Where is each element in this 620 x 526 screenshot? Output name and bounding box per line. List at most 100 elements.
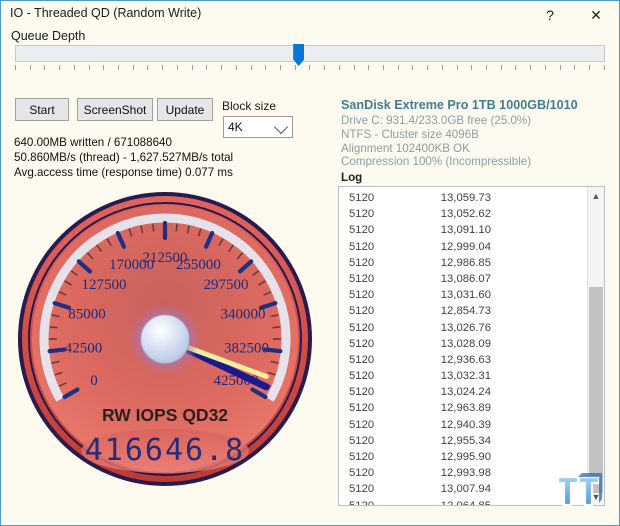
queue-depth-slider[interactable] — [15, 44, 605, 71]
stats-block: 640.00MB written / 671088640 50.860MB/s … — [14, 135, 324, 181]
log-list[interactable]: 5120 13,059.73 5120 13,052.62 5120 13,091.10 5… — [338, 186, 605, 506]
gauge-minor-tick — [152, 223, 155, 232]
window-title: IO - Threaded QD (Random Write) — [10, 6, 202, 20]
block-size-label: Block size — [222, 99, 277, 113]
gauge-tick-label: 297500 — [203, 277, 248, 293]
gauge-minor-tick — [49, 326, 58, 329]
log-row-blocks: 5120 — [349, 224, 375, 237]
log-row-value: 12,993.98 — [440, 467, 491, 480]
drive-alignment: Alignment 102400KB OK — [341, 141, 470, 155]
log-row[interactable]: 5120 12,986.85 — [339, 255, 587, 271]
log-row-value: 13,007.94 — [440, 483, 491, 496]
log-row[interactable]: 5120 12,963.89 — [339, 400, 587, 416]
log-row[interactable]: 5120 13,028.09 — [339, 336, 587, 352]
io-benchmark-window: IO - Threaded QD (Random Write) ? ✕ Queu… — [0, 0, 620, 526]
log-row-value: 13,031.60 — [440, 289, 491, 302]
log-row[interactable]: 5120 13,024.24 — [339, 384, 587, 400]
log-row-value: 13,052.62 — [440, 208, 491, 221]
log-row-blocks: 5120 — [349, 370, 375, 383]
log-row[interactable]: 5120 13,091.10 — [339, 222, 587, 238]
log-row[interactable]: 5120 13,052.62 — [339, 206, 587, 222]
close-button[interactable]: ✕ — [573, 1, 619, 29]
screenshot-button[interactable]: ScreenShot — [77, 98, 153, 121]
gauge-tick-label: 85000 — [68, 307, 106, 323]
log-row[interactable]: 5120 12,964.85 — [339, 498, 587, 506]
log-row-value: 12,986.85 — [440, 256, 491, 269]
log-row-blocks: 5120 — [349, 256, 375, 269]
drive-capacity: Drive C: 931.4/233.0GB free (25.0%) — [341, 114, 532, 127]
gauge-tick-label: 340000 — [220, 307, 265, 323]
log-row-value: 13,091.10 — [440, 224, 491, 237]
log-row-blocks: 5120 — [349, 240, 375, 253]
gauge-tick-label: 0 — [90, 373, 98, 389]
gauge-tick-label: 382500 — [224, 341, 269, 357]
log-row[interactable]: 5120 13,086.07 — [339, 271, 587, 287]
log-row-value: 12,964.85 — [440, 499, 491, 506]
slider-tick-marks — [15, 65, 605, 71]
drive-model-title: SanDisk Extreme Pro 1TB 1000GB/1010 — [341, 98, 578, 112]
gauge-tick-label: 255000 — [176, 257, 221, 273]
gauge-minor-tick — [175, 223, 178, 232]
log-row-blocks: 5120 — [349, 451, 375, 463]
log-row[interactable]: 5120 12,955.34 — [339, 433, 587, 449]
iops-gauge: 0 42500 85000 127500 170000 212500 255000 29750… — [15, 189, 315, 489]
gauge-tick-label: 127500 — [82, 277, 127, 293]
log-row-value: 13,026.76 — [440, 321, 491, 334]
log-row-blocks: 5120 — [349, 353, 375, 366]
log-label: Log — [341, 171, 363, 184]
title-bar: IO - Threaded QD (Random Write) ? ✕ — [1, 1, 619, 29]
log-row-value: 12,963.89 — [440, 402, 491, 415]
update-button[interactable]: Update — [157, 98, 213, 121]
log-row[interactable]: 5120 12,993.98 — [339, 465, 587, 481]
slider-track[interactable] — [15, 45, 605, 62]
block-size-value: 4K — [228, 120, 243, 134]
log-row-blocks: 5120 — [349, 434, 375, 447]
start-button[interactable]: Start — [15, 98, 69, 121]
gauge-minor-tick — [272, 326, 281, 329]
slider-thumb[interactable] — [293, 44, 305, 66]
queue-depth-label: Queue Depth — [11, 29, 86, 43]
log-row-blocks: 5120 — [349, 289, 375, 302]
log-row-blocks: 5120 — [349, 272, 375, 285]
log-row-value: 13,024.24 — [440, 386, 491, 399]
log-row-blocks: 5120 — [349, 499, 375, 506]
log-row-blocks: 5120 — [349, 305, 375, 318]
log-row-blocks: 5120 — [349, 208, 375, 221]
gauge-hub — [140, 314, 190, 364]
log-row-blocks: 5120 — [349, 402, 375, 415]
log-row[interactable]: 5120 12,940.39 — [339, 417, 587, 433]
log-row[interactable]: 5120 13,026.76 — [339, 320, 587, 336]
stat-access-time: Avg.access time (response time) 0.077 ms — [14, 166, 233, 180]
log-row[interactable]: 5120 12,854.73 — [339, 303, 587, 319]
scroll-up-icon[interactable]: ▲ — [588, 187, 604, 204]
log-row[interactable]: 5120 13,032.31 — [339, 368, 587, 384]
log-row-blocks: 5120 — [349, 467, 375, 480]
log-row-value: 12,995.90 — [440, 451, 491, 463]
log-row-value: 12,955.34 — [440, 434, 491, 447]
log-row[interactable]: 5120 13,059.73 — [339, 190, 587, 206]
log-row-blocks: 5120 — [349, 483, 375, 496]
gauge-readout: 416646.8 — [85, 433, 246, 468]
drive-info-block: Drive C: 931.4/233.0GB free (25.0%) NTFS… — [341, 114, 611, 169]
log-row[interactable]: 5120 13,007.94 — [339, 481, 587, 497]
log-row-value: 13,032.31 — [440, 370, 491, 383]
log-row[interactable]: 5120 12,995.90 — [339, 449, 587, 465]
log-scrollbar[interactable]: ▲ ▼ — [587, 187, 604, 505]
log-row-blocks: 5120 — [349, 192, 375, 204]
log-row-value: 12,999.04 — [440, 240, 491, 253]
log-row-value: 12,940.39 — [440, 418, 491, 431]
log-row-blocks: 5120 — [349, 386, 375, 399]
log-row[interactable]: 5120 12,999.04 — [339, 239, 587, 255]
drive-filesystem: NTFS - Cluster size 4096B — [341, 127, 479, 141]
log-row-blocks: 5120 — [349, 321, 375, 334]
tweaktown-tt-logo — [553, 469, 607, 515]
log-row-value: 13,086.07 — [440, 272, 491, 285]
log-row[interactable]: 5120 13,031.60 — [339, 287, 587, 303]
gauge-tick-label: 42500 — [65, 341, 103, 357]
stat-throughput: 50.860MB/s (thread) - 1,627.527MB/s tota… — [14, 151, 234, 165]
log-row-value: 12,854.73 — [440, 305, 491, 318]
log-row-blocks: 5120 — [349, 418, 375, 431]
help-button[interactable]: ? — [527, 1, 573, 29]
log-row[interactable]: 5120 12,936.63 — [339, 352, 587, 368]
scrollbar-thumb[interactable] — [589, 287, 603, 493]
